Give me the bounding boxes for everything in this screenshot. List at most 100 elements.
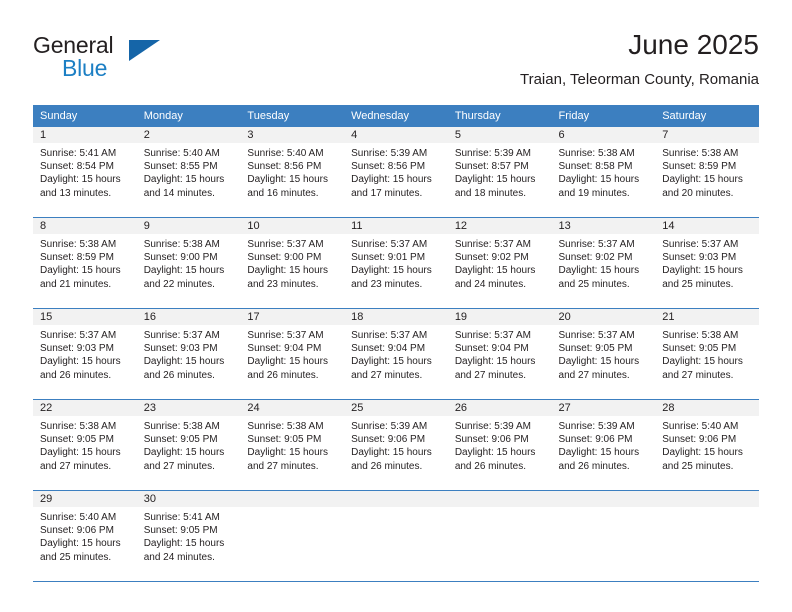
sunset-text: Sunset: 9:04 PM — [351, 343, 426, 355]
day-details: Sunrise: 5:39 AM Sunset: 8:56 PM Dayligh… — [344, 143, 448, 200]
day-cell[interactable]: 5 Sunrise: 5:39 AM Sunset: 8:57 PM Dayli… — [447, 127, 552, 218]
day-details: Sunrise: 5:38 AM Sunset: 9:05 PM Dayligh… — [137, 416, 241, 473]
sunrise-text: Sunrise: 5:38 AM — [662, 330, 739, 341]
daylight-text-line2: and 25 minutes. — [662, 460, 734, 472]
daylight-text-line1: Daylight: 15 hours — [143, 538, 225, 550]
sunset-text: Sunset: 9:00 PM — [143, 252, 218, 264]
day-cell[interactable]: 26 Sunrise: 5:39 AM Sunset: 9:06 PM Dayl… — [447, 399, 552, 491]
day-number — [240, 491, 345, 507]
sunrise-text: Sunrise: 5:37 AM — [351, 239, 428, 250]
day-details: Sunrise: 5:39 AM Sunset: 9:06 PM Dayligh… — [344, 416, 448, 473]
day-number: 28 — [655, 400, 759, 416]
day-cell[interactable]: 6 Sunrise: 5:38 AM Sunset: 8:58 PM Dayli… — [551, 127, 656, 218]
sunrise-text: Sunrise: 5:38 AM — [143, 239, 220, 250]
day-cell[interactable]: 21 Sunrise: 5:38 AM Sunset: 9:05 PM Dayl… — [655, 308, 759, 400]
day-cell[interactable]: 2 Sunrise: 5:40 AM Sunset: 8:55 PM Dayli… — [136, 127, 241, 218]
weekday-header-friday: Friday — [551, 105, 656, 127]
calendar-body: 1 Sunrise: 5:41 AM Sunset: 8:54 PM Dayli… — [33, 127, 759, 582]
day-details: Sunrise: 5:39 AM Sunset: 9:06 PM Dayligh… — [448, 416, 552, 473]
day-cell-empty — [551, 490, 656, 582]
sunset-text: Sunset: 8:59 PM — [40, 252, 114, 264]
daylight-text-line1: Daylight: 15 hours — [558, 174, 640, 186]
day-cell[interactable]: 20 Sunrise: 5:37 AM Sunset: 9:05 PM Dayl… — [551, 308, 656, 400]
sunset-text: Sunset: 8:55 PM — [143, 161, 218, 173]
day-cell[interactable]: 23 Sunrise: 5:38 AM Sunset: 9:05 PM Dayl… — [136, 399, 241, 491]
daylight-text-line1: Daylight: 15 hours — [558, 265, 640, 277]
sunset-text: Sunset: 9:03 PM — [40, 343, 114, 355]
sunset-text: Sunset: 9:05 PM — [558, 343, 633, 355]
day-cell[interactable]: 19 Sunrise: 5:37 AM Sunset: 9:04 PM Dayl… — [447, 308, 552, 400]
daylight-text-line1: Daylight: 15 hours — [40, 174, 121, 186]
day-cell[interactable]: 24 Sunrise: 5:38 AM Sunset: 9:05 PM Dayl… — [240, 399, 345, 491]
sunrise-text: Sunrise: 5:40 AM — [662, 421, 739, 432]
sunrise-text: Sunrise: 5:40 AM — [40, 512, 117, 523]
day-details: Sunrise: 5:37 AM Sunset: 9:00 PM Dayligh… — [240, 234, 344, 291]
day-cell[interactable]: 4 Sunrise: 5:39 AM Sunset: 8:56 PM Dayli… — [344, 127, 448, 218]
sunrise-text: Sunrise: 5:39 AM — [558, 421, 635, 432]
sunset-text: Sunset: 9:05 PM — [40, 434, 114, 446]
daylight-text-line2: and 19 minutes. — [558, 187, 630, 199]
day-number: 8 — [33, 218, 137, 234]
day-cell[interactable]: 14 Sunrise: 5:37 AM Sunset: 9:03 PM Dayl… — [655, 217, 759, 309]
calendar-week-row: 22 Sunrise: 5:38 AM Sunset: 9:05 PM Dayl… — [33, 399, 759, 491]
day-details: Sunrise: 5:38 AM Sunset: 9:05 PM Dayligh… — [33, 416, 137, 473]
weekday-header-tuesday: Tuesday — [240, 105, 345, 127]
day-details: Sunrise: 5:40 AM Sunset: 8:55 PM Dayligh… — [137, 143, 241, 200]
day-number: 23 — [136, 400, 241, 416]
day-cell[interactable]: 7 Sunrise: 5:38 AM Sunset: 8:59 PM Dayli… — [655, 127, 759, 218]
daylight-text-line2: and 27 minutes. — [40, 460, 112, 472]
daylight-text-line1: Daylight: 15 hours — [662, 265, 743, 277]
sunrise-text: Sunrise: 5:38 AM — [40, 239, 117, 250]
day-cell[interactable]: 27 Sunrise: 5:39 AM Sunset: 9:06 PM Dayl… — [551, 399, 656, 491]
daylight-text-line2: and 26 minutes. — [40, 369, 112, 381]
day-cell[interactable]: 11 Sunrise: 5:37 AM Sunset: 9:01 PM Dayl… — [344, 217, 448, 309]
day-cell[interactable]: 10 Sunrise: 5:37 AM Sunset: 9:00 PM Dayl… — [240, 217, 345, 309]
daylight-text-line2: and 25 minutes. — [662, 278, 734, 290]
daylight-text-line2: and 27 minutes. — [558, 369, 630, 381]
day-cell[interactable]: 18 Sunrise: 5:37 AM Sunset: 9:04 PM Dayl… — [344, 308, 448, 400]
daylight-text-line1: Daylight: 15 hours — [662, 447, 743, 459]
daylight-text-line1: Daylight: 15 hours — [558, 356, 640, 368]
sunset-text: Sunset: 9:00 PM — [247, 252, 322, 264]
daylight-text-line1: Daylight: 15 hours — [454, 356, 536, 368]
sunrise-text: Sunrise: 5:38 AM — [247, 421, 324, 432]
weekday-header-thursday: Thursday — [447, 105, 552, 127]
day-cell[interactable]: 29 Sunrise: 5:40 AM Sunset: 9:06 PM Dayl… — [33, 490, 137, 582]
day-cell[interactable]: 3 Sunrise: 5:40 AM Sunset: 8:56 PM Dayli… — [240, 127, 345, 218]
day-cell[interactable]: 12 Sunrise: 5:37 AM Sunset: 9:02 PM Dayl… — [447, 217, 552, 309]
daylight-text-line1: Daylight: 15 hours — [454, 447, 536, 459]
sunset-text: Sunset: 8:59 PM — [662, 161, 737, 173]
day-cell[interactable]: 16 Sunrise: 5:37 AM Sunset: 9:03 PM Dayl… — [136, 308, 241, 400]
day-details: Sunrise: 5:37 AM Sunset: 9:03 PM Dayligh… — [33, 325, 137, 382]
brand-name-blue: Blue — [62, 55, 108, 81]
day-details: Sunrise: 5:37 AM Sunset: 9:02 PM Dayligh… — [448, 234, 552, 291]
sunrise-text: Sunrise: 5:37 AM — [247, 239, 324, 250]
page-title: June 2025 — [628, 29, 759, 60]
day-number: 30 — [136, 491, 241, 507]
daylight-text-line1: Daylight: 15 hours — [351, 265, 432, 277]
day-cell[interactable]: 9 Sunrise: 5:38 AM Sunset: 9:00 PM Dayli… — [136, 217, 241, 309]
page-header: General Blue June 2025 Traian, Teleorman… — [33, 28, 759, 100]
day-details: Sunrise: 5:38 AM Sunset: 9:05 PM Dayligh… — [655, 325, 759, 382]
daylight-text-line2: and 14 minutes. — [143, 187, 215, 199]
brand-triangle-icon — [129, 40, 160, 61]
day-cell[interactable]: 22 Sunrise: 5:38 AM Sunset: 9:05 PM Dayl… — [33, 399, 137, 491]
day-cell[interactable]: 1 Sunrise: 5:41 AM Sunset: 8:54 PM Dayli… — [33, 127, 137, 218]
day-details: Sunrise: 5:38 AM Sunset: 9:00 PM Dayligh… — [137, 234, 241, 291]
sunset-text: Sunset: 9:05 PM — [662, 343, 737, 355]
brand-logo[interactable]: General Blue — [33, 32, 163, 88]
day-number: 1 — [33, 127, 137, 143]
day-cell[interactable]: 30 Sunrise: 5:41 AM Sunset: 9:05 PM Dayl… — [136, 490, 241, 582]
day-cell[interactable]: 8 Sunrise: 5:38 AM Sunset: 8:59 PM Dayli… — [33, 217, 137, 309]
day-cell[interactable]: 28 Sunrise: 5:40 AM Sunset: 9:06 PM Dayl… — [655, 399, 759, 491]
sunrise-text: Sunrise: 5:41 AM — [143, 512, 220, 523]
day-cell[interactable]: 25 Sunrise: 5:39 AM Sunset: 9:06 PM Dayl… — [344, 399, 448, 491]
sunrise-text: Sunrise: 5:39 AM — [351, 421, 428, 432]
day-cell[interactable]: 13 Sunrise: 5:37 AM Sunset: 9:02 PM Dayl… — [551, 217, 656, 309]
sunset-text: Sunset: 9:04 PM — [247, 343, 322, 355]
daylight-text-line1: Daylight: 15 hours — [143, 447, 225, 459]
day-cell[interactable]: 15 Sunrise: 5:37 AM Sunset: 9:03 PM Dayl… — [33, 308, 137, 400]
sunrise-text: Sunrise: 5:38 AM — [40, 421, 117, 432]
day-cell[interactable]: 17 Sunrise: 5:37 AM Sunset: 9:04 PM Dayl… — [240, 308, 345, 400]
day-number: 29 — [33, 491, 137, 507]
